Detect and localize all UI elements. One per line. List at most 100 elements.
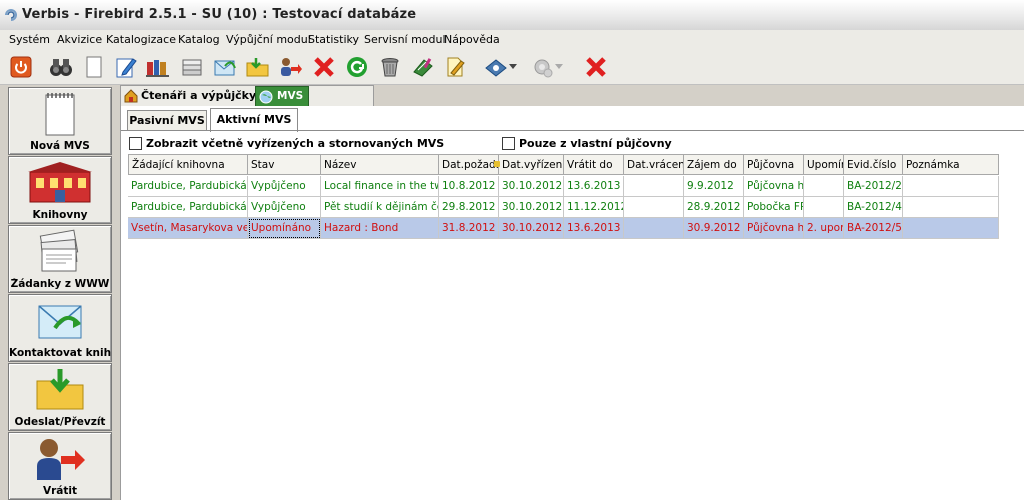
table-cell[interactable] — [624, 218, 684, 239]
table-cell[interactable]: BA-2012/2 — [844, 176, 903, 197]
table-cell[interactable]: Půjčovna hlavní — [744, 176, 804, 197]
column-header[interactable]: Dat.vrácen — [624, 154, 684, 175]
sidebar: Nová MVS Knihovny Žádanky z WWW Kontakto… — [0, 85, 118, 500]
tab-label: Čtenáři a výpůjčky — [141, 89, 257, 102]
trash-icon[interactable] — [378, 54, 402, 80]
table-cell[interactable]: 31.8.2012 — [439, 218, 499, 239]
table-cell[interactable]: 30.10.2012 — [499, 197, 564, 218]
checkbox-label: Pouze z vlastní půjčovny — [519, 137, 672, 150]
blank-page-icon[interactable] — [82, 54, 106, 80]
menu-servisni-modul[interactable]: Servisní modul — [364, 33, 446, 46]
table-cell[interactable] — [903, 176, 999, 197]
column-header[interactable]: Vrátit do — [564, 154, 624, 175]
table-cell[interactable] — [804, 197, 844, 218]
table-cell[interactable]: 28.9.2012 — [684, 197, 744, 218]
column-header[interactable]: Stav — [248, 154, 321, 175]
sidebar-item-label: Vrátit — [42, 485, 78, 497]
menu-katalog[interactable]: Katalog — [178, 33, 220, 46]
column-header[interactable]: Dat.požadavku — [439, 154, 499, 175]
edit-icon[interactable] — [114, 54, 138, 80]
column-header[interactable]: Zájem do — [684, 154, 744, 175]
table-cell[interactable]: 30.9.2012 — [684, 218, 744, 239]
table-row[interactable]: Pardubice, Pardubická krajská knihovna V… — [128, 197, 999, 218]
globe-icon — [259, 90, 273, 104]
table-cell[interactable]: Pět studií k dějinám české — [321, 197, 439, 218]
person-arrow-icon — [9, 436, 111, 482]
table-cell-focused[interactable]: Upomínáno — [248, 218, 321, 239]
tab-label: MVS — [277, 90, 304, 102]
menu-vypujcni-modul[interactable]: Výpůjční modul — [226, 33, 311, 46]
books-icon[interactable] — [146, 54, 170, 80]
table-cell[interactable]: 30.10.2012 — [499, 176, 564, 197]
document-pen-icon[interactable] — [444, 54, 468, 80]
column-header[interactable]: Název — [321, 154, 439, 175]
table-cell[interactable]: 13.6.2013 — [564, 218, 624, 239]
return-button[interactable]: Vrátit — [8, 432, 112, 500]
table-cell[interactable]: 2. upomínka — [804, 218, 844, 239]
menu-napoveda[interactable]: Nápověda — [444, 33, 500, 46]
column-header[interactable]: Poznámka — [903, 154, 999, 175]
binoculars-icon[interactable] — [49, 54, 73, 80]
table-cell[interactable]: 11.12.2012 — [564, 197, 624, 218]
contact-library-button[interactable]: Kontaktovat knih. — [8, 294, 112, 362]
table-cell[interactable]: 13.6.2013 — [564, 176, 624, 197]
table-cell[interactable] — [624, 197, 684, 218]
menu-akvizice[interactable]: Akvizice — [57, 33, 102, 46]
app-icon — [5, 9, 17, 21]
folder-icon[interactable] — [246, 54, 270, 80]
tab-passive-mvs[interactable]: Pasivní MVS — [127, 110, 207, 131]
own-lending-checkbox[interactable]: Pouze z vlastní půjčovny — [502, 137, 672, 150]
arrow-person-icon[interactable] — [279, 54, 303, 80]
table-cell[interactable]: 30.10.2012 — [499, 218, 564, 239]
book-pen-icon[interactable] — [411, 54, 435, 80]
menu-system[interactable]: Systém — [9, 33, 50, 46]
libraries-button[interactable]: Knihovny — [8, 156, 112, 224]
table-cell[interactable]: BA-2012/4 — [844, 197, 903, 218]
tab-mvs[interactable]: MVS — [255, 86, 309, 108]
menu-statistiky[interactable]: Statistiky — [308, 33, 359, 46]
network-icon[interactable] — [484, 54, 508, 80]
table-row-selected[interactable]: Vsetín, Masarykova veřejná knihovna Upom… — [128, 218, 999, 239]
www-requests-button[interactable]: Žádanky z WWW — [8, 225, 112, 293]
send-receive-button[interactable]: Odeslat/Převzít — [8, 363, 112, 431]
table-cell[interactable]: Pobočka FR — [744, 197, 804, 218]
table-cell[interactable]: BA-2012/5 — [844, 218, 903, 239]
checkbox-box[interactable] — [502, 137, 515, 150]
column-header[interactable]: Půjčovna — [744, 154, 804, 175]
table-cell[interactable]: 10.8.2012 — [439, 176, 499, 197]
column-header[interactable]: Upomínka — [804, 154, 844, 175]
new-mvs-button[interactable]: Nová MVS — [8, 87, 112, 155]
network-dropdown-arrow-icon[interactable] — [508, 54, 518, 80]
table-cell[interactable]: Vsetín, Masarykova veřejná knihovna — [128, 218, 248, 239]
green-refresh-icon[interactable] — [345, 54, 369, 80]
column-header[interactable]: Dat.vyřízení — [499, 154, 564, 175]
tab-readers-loans[interactable]: Čtenáři a výpůjčky — [120, 85, 374, 107]
table-cell[interactable]: 29.8.2012 — [439, 197, 499, 218]
close-icon[interactable] — [584, 54, 608, 80]
email-icon[interactable] — [213, 54, 237, 80]
table-cell[interactable] — [903, 197, 999, 218]
column-header[interactable]: Žádající knihovna — [128, 154, 248, 175]
column-header[interactable]: Evid.číslo — [844, 154, 903, 175]
table-cell[interactable]: Hazard : Bond — [321, 218, 439, 239]
table-row[interactable]: Pardubice, Pardubická krajská knihovna V… — [128, 176, 999, 197]
menu-katalogizace[interactable]: Katalogizace — [106, 33, 176, 46]
table-cell[interactable] — [903, 218, 999, 239]
include-done-checkbox[interactable]: Zobrazit včetně vyřízených a stornovanýc… — [129, 137, 444, 150]
checkbox-box[interactable] — [129, 137, 142, 150]
table-cell[interactable]: Pardubice, Pardubická krajská knihovna — [128, 197, 248, 218]
table-cell[interactable]: Local finance in the twenty-first centur… — [321, 176, 439, 197]
table-cell[interactable]: Vypůjčeno — [248, 176, 321, 197]
table-cell[interactable]: 9.9.2012 — [684, 176, 744, 197]
stack-icon[interactable] — [180, 54, 204, 80]
table-cell[interactable]: Pardubice, Pardubická krajská knihovna — [128, 176, 248, 197]
table-cell[interactable] — [624, 176, 684, 197]
table-cell[interactable]: Vypůjčeno — [248, 197, 321, 218]
papers-stack-icon — [9, 229, 111, 275]
red-x-icon[interactable] — [312, 54, 336, 80]
table-cell[interactable] — [804, 176, 844, 197]
library-building-icon — [9, 160, 111, 206]
power-icon[interactable] — [9, 54, 33, 80]
tab-active-mvs[interactable]: Aktivní MVS — [210, 108, 298, 132]
table-cell[interactable]: Půjčovna hlavní — [744, 218, 804, 239]
